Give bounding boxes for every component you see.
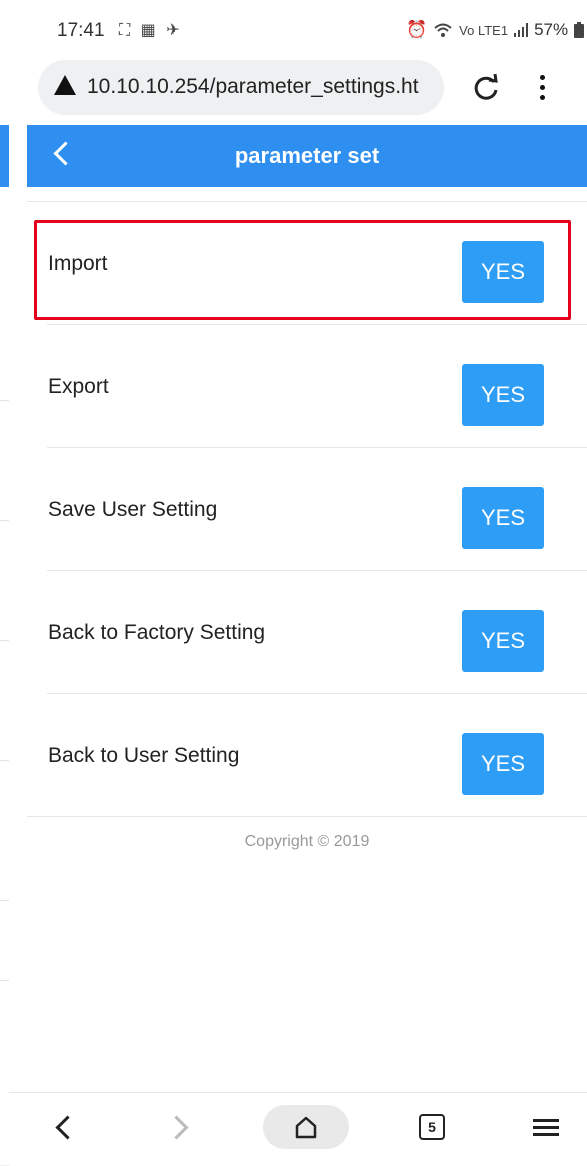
page-header: parameter set [27, 125, 587, 187]
status-time: 17:41 [57, 20, 105, 41]
nav-home-button[interactable] [263, 1105, 349, 1149]
setting-label: Export [48, 375, 109, 398]
signal-icon [514, 23, 529, 37]
battery-icon [574, 22, 585, 38]
notification-icons: ⛶ ▦ ✈ [119, 22, 183, 39]
browser-bottom-nav: 5 [9, 1092, 587, 1166]
warning-icon[interactable] [54, 75, 76, 95]
setting-label: Back to User Setting [48, 744, 240, 767]
chevron-right-icon [163, 1114, 189, 1140]
nav-tabs-button[interactable]: 5 [414, 1105, 450, 1149]
copyright-text: Copyright © 2019 [244, 833, 370, 850]
back-user-yes-button[interactable]: YES [462, 733, 544, 795]
wifi-icon [434, 23, 452, 37]
battery-percent: 57% [534, 20, 569, 39]
divider [0, 900, 9, 901]
chevron-left-icon [54, 1114, 80, 1140]
setting-label: Import [48, 252, 108, 275]
setting-row-factory: Back to Factory Setting YES [27, 571, 587, 694]
factory-yes-button[interactable]: YES [462, 610, 544, 672]
status-bar: 17:41 ⛶ ▦ ✈ ⏰ Vo LTE1 57% [9, 0, 587, 60]
save-user-yes-button[interactable]: YES [462, 487, 544, 549]
import-yes-button[interactable]: YES [462, 241, 544, 303]
phone-screen: 17:41 ⛶ ▦ ✈ ⏰ Vo LTE1 57% 10.10.10.254/p… [9, 0, 587, 1166]
volte-indicator: Vo LTE1 [459, 22, 509, 38]
divider [0, 520, 9, 521]
background-header-edge [0, 125, 9, 187]
nav-forward-button[interactable] [163, 1105, 194, 1149]
setting-label: Save User Setting [48, 498, 218, 521]
address-bar[interactable]: 10.10.10.254/parameter_settings.ht [38, 60, 444, 115]
page-title: parameter set [234, 143, 380, 168]
alarm-icon: ⏰ [406, 20, 428, 39]
tabs-count: 5 [419, 1114, 445, 1140]
setting-row-save-user: Save User Setting YES [27, 448, 587, 571]
status-right: ⏰ Vo LTE1 57% [406, 20, 585, 40]
divider [0, 400, 9, 401]
nav-back-button[interactable] [49, 1105, 80, 1149]
divider [0, 640, 9, 641]
setting-row-export: Export YES [27, 325, 587, 448]
hamburger-menu-icon[interactable] [529, 1105, 563, 1149]
divider [27, 816, 587, 817]
divider [0, 980, 9, 981]
export-yes-button[interactable]: YES [462, 364, 544, 426]
setting-row-back-user: Back to User Setting YES [27, 694, 587, 817]
divider [0, 760, 9, 761]
reload-icon[interactable] [471, 73, 501, 104]
setting-label: Back to Factory Setting [48, 621, 266, 644]
more-options-icon[interactable] [533, 72, 551, 106]
setting-row-import: Import YES [27, 202, 587, 325]
url-text[interactable]: 10.10.10.254/parameter_settings.ht [87, 75, 419, 99]
home-icon [295, 1116, 317, 1139]
